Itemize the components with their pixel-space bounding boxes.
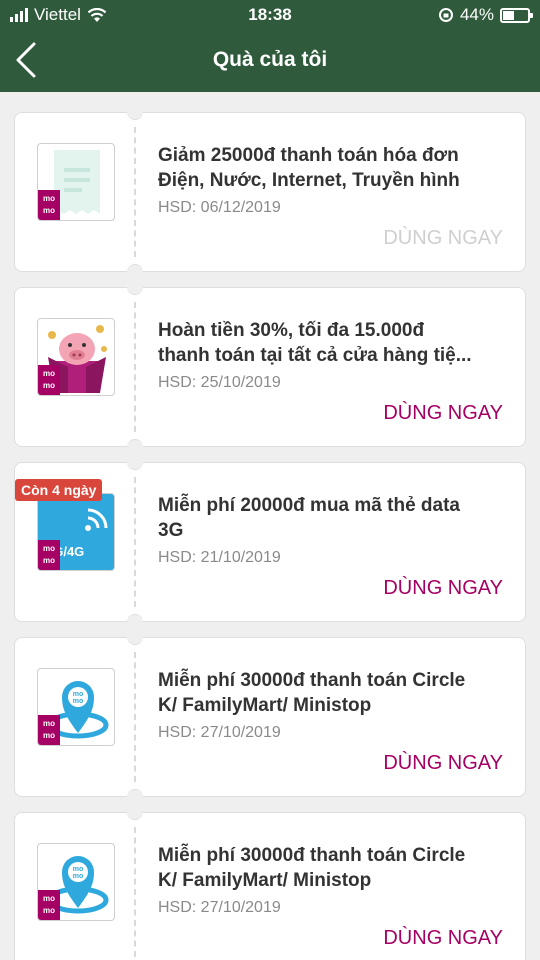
momo-logo: mo mo — [38, 890, 60, 920]
voucher-list[interactable]: mo mo Giảm 25000đ thanh toán hóa đơn Điện… — [0, 92, 540, 960]
nav-bar: Quà của tôi — [0, 32, 540, 92]
battery-icon — [500, 7, 533, 23]
momo-logo: mo mo — [38, 365, 60, 395]
voucher-expiry: HSD: 06/12/2019 — [158, 199, 281, 216]
top-bar: Viettel 18:38 44% Quà của tôi — [0, 0, 540, 92]
page-title: Quà của tôi — [212, 48, 328, 71]
voucher-title: Miễn phí 30000đ thanh toán Circle K/ Fam… — [158, 670, 466, 716]
voucher-expiry: HSD: 27/10/2019 — [158, 724, 281, 741]
voucher-card[interactable]: mo mo Giảm 25000đ thanh toán hóa đơn Điện… — [14, 104, 526, 280]
voucher-expiry: HSD: 21/10/2019 — [158, 549, 281, 566]
momo-logo: mo mo — [38, 715, 60, 745]
use-now-button[interactable]: DÙNG NGAY — [383, 752, 503, 775]
voucher-expiry: HSD: 27/10/2019 — [158, 899, 281, 916]
battery-percent: 44% — [459, 5, 494, 24]
status-bar: Viettel 18:38 44% — [0, 0, 540, 32]
receipt-icon: mo mo — [37, 143, 115, 221]
voucher-title: Hoàn tiền 30%, tối đa 15.000đ thanh toán… — [158, 320, 472, 366]
voucher-expiry: HSD: 25/10/2019 — [158, 374, 281, 391]
svg-text:mo: mo — [73, 873, 84, 880]
data-3g4g-icon: 3G/4G mo mo — [37, 493, 115, 571]
svg-text:mo: mo — [73, 866, 84, 873]
use-now-button[interactable]: DÙNG NGAY — [383, 402, 503, 425]
location-pin-icon: mo mo mo mo — [37, 668, 115, 746]
voucher-card[interactable]: mo mo mo mo Miễn phí 30000đ thanh toán Ci… — [14, 629, 526, 805]
svg-text:mo: mo — [73, 698, 84, 705]
voucher-title: Giảm 25000đ thanh toán hóa đơn Điện, Nướ… — [158, 145, 460, 191]
use-now-button[interactable]: DÙNG NGAY — [383, 227, 503, 250]
momo-logo: mo mo — [38, 190, 60, 220]
momo-logo: mo mo — [38, 540, 60, 570]
rotation-lock-icon — [438, 8, 453, 22]
use-now-button[interactable]: DÙNG NGAY — [383, 577, 503, 600]
use-now-button[interactable]: DÙNG NGAY — [383, 927, 503, 950]
voucher-card[interactable]: mo mo Hoàn tiền 30%, tối đa 15.000đ thanh… — [14, 279, 526, 455]
voucher-card[interactable]: Còn 4 ngày 3G/4G mo mo Miễn phí 20000đ mu… — [14, 454, 526, 630]
svg-text:mo: mo — [73, 691, 84, 698]
voucher-title: Miễn phí 30000đ thanh toán Circle K/ Fam… — [158, 845, 466, 891]
location-pin-icon: mo mo mo mo — [37, 843, 115, 921]
voucher-card[interactable]: mo mo mo mo Miễn phí 30000đ thanh toán Ci… — [14, 804, 526, 960]
days-left-badge: Còn 4 ngày — [15, 479, 103, 501]
pig-gift-icon: mo mo — [37, 318, 115, 396]
voucher-title: Miễn phí 20000đ mua mã thẻ data 3G — [158, 495, 460, 541]
